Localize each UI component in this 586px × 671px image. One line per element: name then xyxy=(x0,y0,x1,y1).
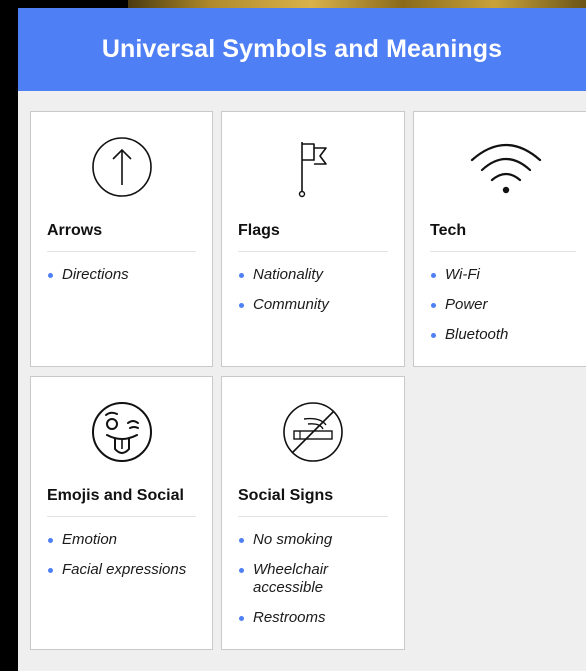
meaning-list-social-signs: No smoking Wheelchair accessible Restroo… xyxy=(238,531,396,639)
no-smoking-icon xyxy=(283,402,343,462)
card-title-flags: Flags xyxy=(238,222,280,239)
wifi-icon xyxy=(470,143,542,194)
page-header: Universal Symbols and Meanings xyxy=(18,8,586,91)
card-tech: Tech Wi-Fi Power Bluetooth xyxy=(413,111,586,367)
list-item: Directions xyxy=(47,266,204,284)
card-title-tech: Tech xyxy=(430,222,467,239)
meaning-list-emojis-and-social: Emotion Facial expressions xyxy=(47,531,204,591)
divider xyxy=(238,251,388,252)
list-item: Emotion xyxy=(47,531,204,549)
page-title: Universal Symbols and Meanings xyxy=(101,35,503,63)
list-item: Bluetooth xyxy=(430,326,584,344)
meaning-list-flags: Nationality Community xyxy=(238,266,396,326)
card-arrows: Arrows Directions xyxy=(30,111,213,367)
divider xyxy=(238,516,388,517)
card-social-signs: Social Signs No smoking Wheelchair acces… xyxy=(221,376,405,650)
card-title-arrows: Arrows xyxy=(47,222,103,239)
symbols-panel: Universal Symbols and Meanings Arrows Di… xyxy=(18,8,586,671)
arrow-up-circle-icon xyxy=(91,137,152,197)
list-item: Nationality xyxy=(238,266,396,284)
list-item: Community xyxy=(238,296,396,314)
list-item: Wi-Fi xyxy=(430,266,584,284)
flag-icon xyxy=(298,142,327,198)
list-item: Power xyxy=(430,296,584,314)
meaning-list-tech: Wi-Fi Power Bluetooth xyxy=(430,266,584,356)
card-title-emojis-and-social: Emojis and Social xyxy=(47,487,184,504)
list-item: No smoking xyxy=(238,531,396,549)
divider xyxy=(47,516,196,517)
card-flags: Flags Nationality Community xyxy=(221,111,405,367)
winking-tongue-emoji-icon xyxy=(91,402,152,462)
divider xyxy=(430,251,576,252)
card-emojis-and-social: Emojis and Social Emotion Facial express… xyxy=(30,376,213,650)
card-title-social-signs: Social Signs xyxy=(238,487,334,504)
divider xyxy=(47,251,196,252)
list-item: Facial expressions xyxy=(47,561,204,579)
meaning-list-arrows: Directions xyxy=(47,266,204,296)
list-item: Restrooms xyxy=(238,609,396,627)
list-item: Wheelchair accessible xyxy=(238,561,343,597)
